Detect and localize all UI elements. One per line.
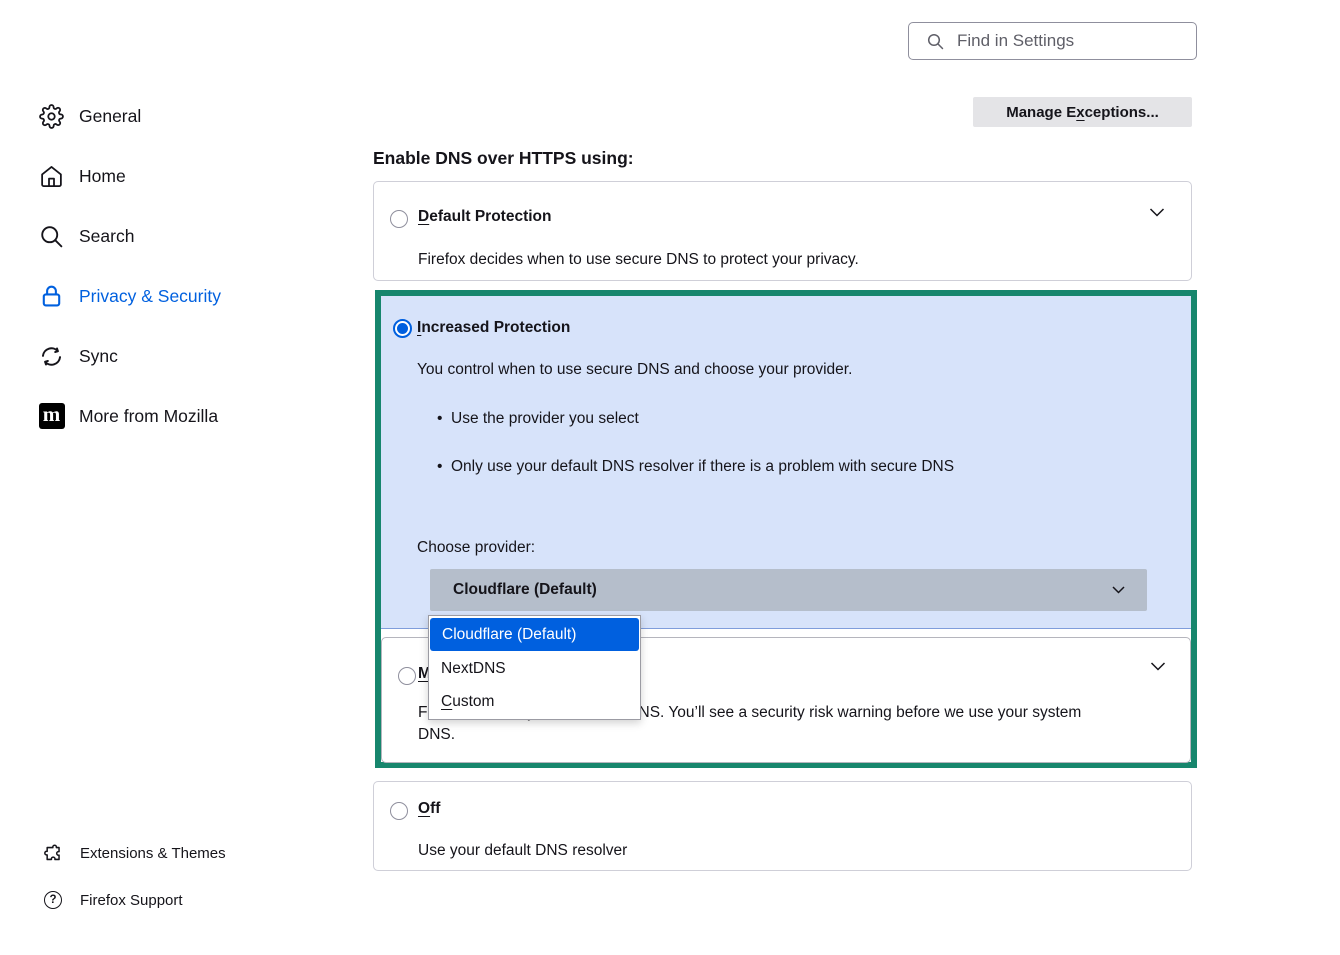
search-icon: [927, 33, 944, 50]
sidebar-footer-label: Extensions & Themes: [80, 845, 226, 862]
default-protection-label: Default Protection: [418, 208, 552, 226]
sidebar-item-label: More from Mozilla: [79, 406, 218, 427]
firefox-settings-page: General Home Search Privacy & Security S…: [0, 0, 1340, 955]
bullet-item: Use the provider you select: [437, 410, 954, 428]
sidebar-item-general[interactable]: General: [38, 98, 318, 134]
off-label: Off: [418, 800, 440, 818]
sidebar-footer-label: Firefox Support: [80, 892, 183, 909]
puzzle-icon: [43, 843, 63, 863]
search-icon: [38, 223, 65, 250]
gear-icon: [38, 103, 65, 130]
find-in-settings-searchbox[interactable]: [908, 22, 1197, 60]
dropdown-item-cloudflare[interactable]: Cloudflare (Default): [430, 618, 639, 651]
radio-max-protection[interactable]: [398, 667, 416, 685]
sidebar-item-firefox-support[interactable]: ? Firefox Support: [43, 889, 226, 911]
increased-protection-bullet-list: Use the provider you select Only use you…: [437, 410, 954, 506]
mozilla-logo-icon: m: [38, 403, 65, 430]
sync-icon: [38, 343, 65, 370]
option-off[interactable]: Off Use your default DNS resolver: [373, 781, 1192, 871]
option-default-protection[interactable]: Default Protection Firefox decides when …: [373, 181, 1192, 281]
sidebar-item-extensions-themes[interactable]: Extensions & Themes: [43, 842, 226, 864]
settings-sidebar: General Home Search Privacy & Security S…: [38, 98, 318, 458]
dns-over-https-heading: Enable DNS over HTTPS using:: [373, 148, 634, 169]
sidebar-item-label: Sync: [79, 346, 118, 367]
chevron-down-icon[interactable]: [1150, 662, 1166, 671]
provider-select[interactable]: Cloudflare (Default): [430, 569, 1147, 611]
manage-exceptions-button[interactable]: Manage Exceptions...: [973, 97, 1192, 127]
off-description: Use your default DNS resolver: [418, 840, 627, 862]
choose-provider-label: Choose provider:: [417, 539, 535, 557]
radio-off[interactable]: [390, 802, 408, 820]
search-input[interactable]: [957, 31, 1186, 51]
radio-default-protection[interactable]: [390, 210, 408, 228]
sidebar-item-search[interactable]: Search: [38, 218, 318, 254]
sidebar-footer: Extensions & Themes ? Firefox Support: [43, 842, 226, 936]
bullet-item: Only use your default DNS resolver if th…: [437, 458, 954, 476]
lock-icon: [38, 283, 65, 310]
default-protection-description: Firefox decides when to use secure DNS t…: [418, 249, 859, 271]
sidebar-item-label: Search: [79, 226, 134, 247]
sidebar-item-sync[interactable]: Sync: [38, 338, 318, 374]
increased-protection-label: Increased Protection: [417, 319, 570, 337]
sidebar-item-home[interactable]: Home: [38, 158, 318, 194]
sidebar-item-label: Privacy & Security: [79, 286, 221, 307]
chevron-down-icon[interactable]: [1149, 208, 1165, 217]
dropdown-item-custom[interactable]: Custom: [429, 685, 640, 718]
radio-increased-protection[interactable]: [393, 319, 412, 338]
sidebar-item-privacy-security[interactable]: Privacy & Security: [38, 278, 318, 314]
sidebar-item-label: Home: [79, 166, 126, 187]
option-increased-protection[interactable]: Increased Protection You control when to…: [381, 296, 1191, 629]
sidebar-item-label: General: [79, 106, 141, 127]
home-icon: [38, 163, 65, 190]
dropdown-item-nextdns[interactable]: NextDNS: [429, 652, 640, 685]
increased-protection-description: You control when to use secure DNS and c…: [417, 359, 852, 381]
provider-dropdown-menu: Cloudflare (Default) NextDNS Custom: [428, 615, 641, 720]
sidebar-item-more-from-mozilla[interactable]: m More from Mozilla: [38, 398, 318, 434]
provider-select-value: Cloudflare (Default): [453, 581, 597, 599]
question-icon: ?: [43, 890, 63, 910]
chevron-down-icon: [1112, 586, 1125, 594]
